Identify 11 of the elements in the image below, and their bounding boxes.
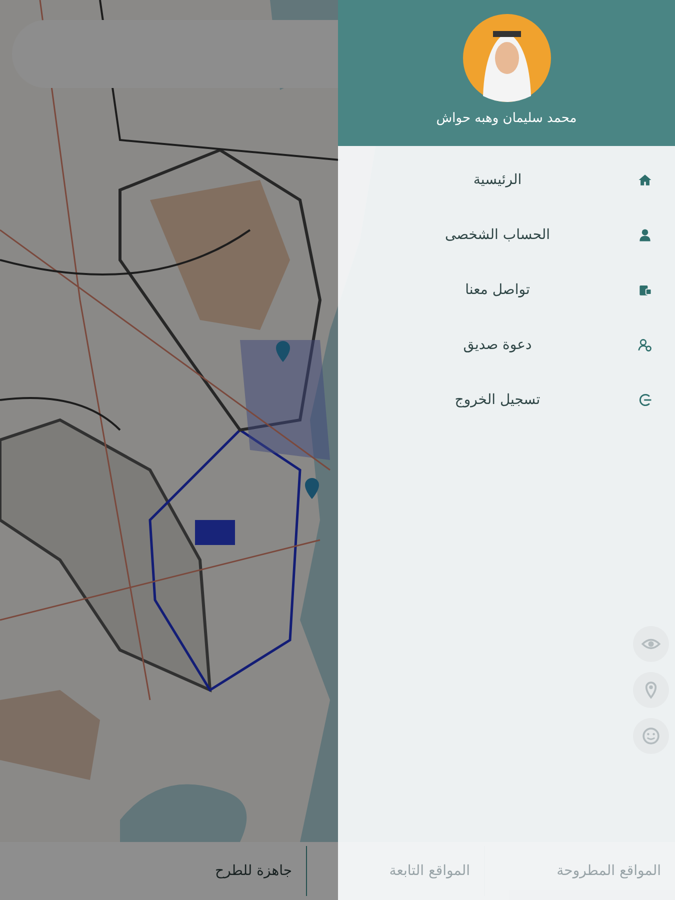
menu-item[interactable]: الحساب الشخصى: [338, 207, 675, 262]
avatar-icon: [462, 14, 550, 102]
logout-icon: [637, 392, 653, 408]
person-icon: [637, 226, 653, 242]
menu-item[interactable]: الرئيسية: [338, 152, 675, 207]
invite-icon: [637, 336, 653, 352]
menu-item[interactable]: تواصل معنا: [338, 262, 675, 317]
menu-item[interactable]: دعوة صديق: [338, 317, 675, 372]
tab[interactable]: جاهزة للطرح: [215, 863, 292, 879]
menu-item[interactable]: تسجيل الخروج: [338, 372, 675, 427]
user-name: محمد سليمان وهبه حواش: [436, 111, 577, 126]
